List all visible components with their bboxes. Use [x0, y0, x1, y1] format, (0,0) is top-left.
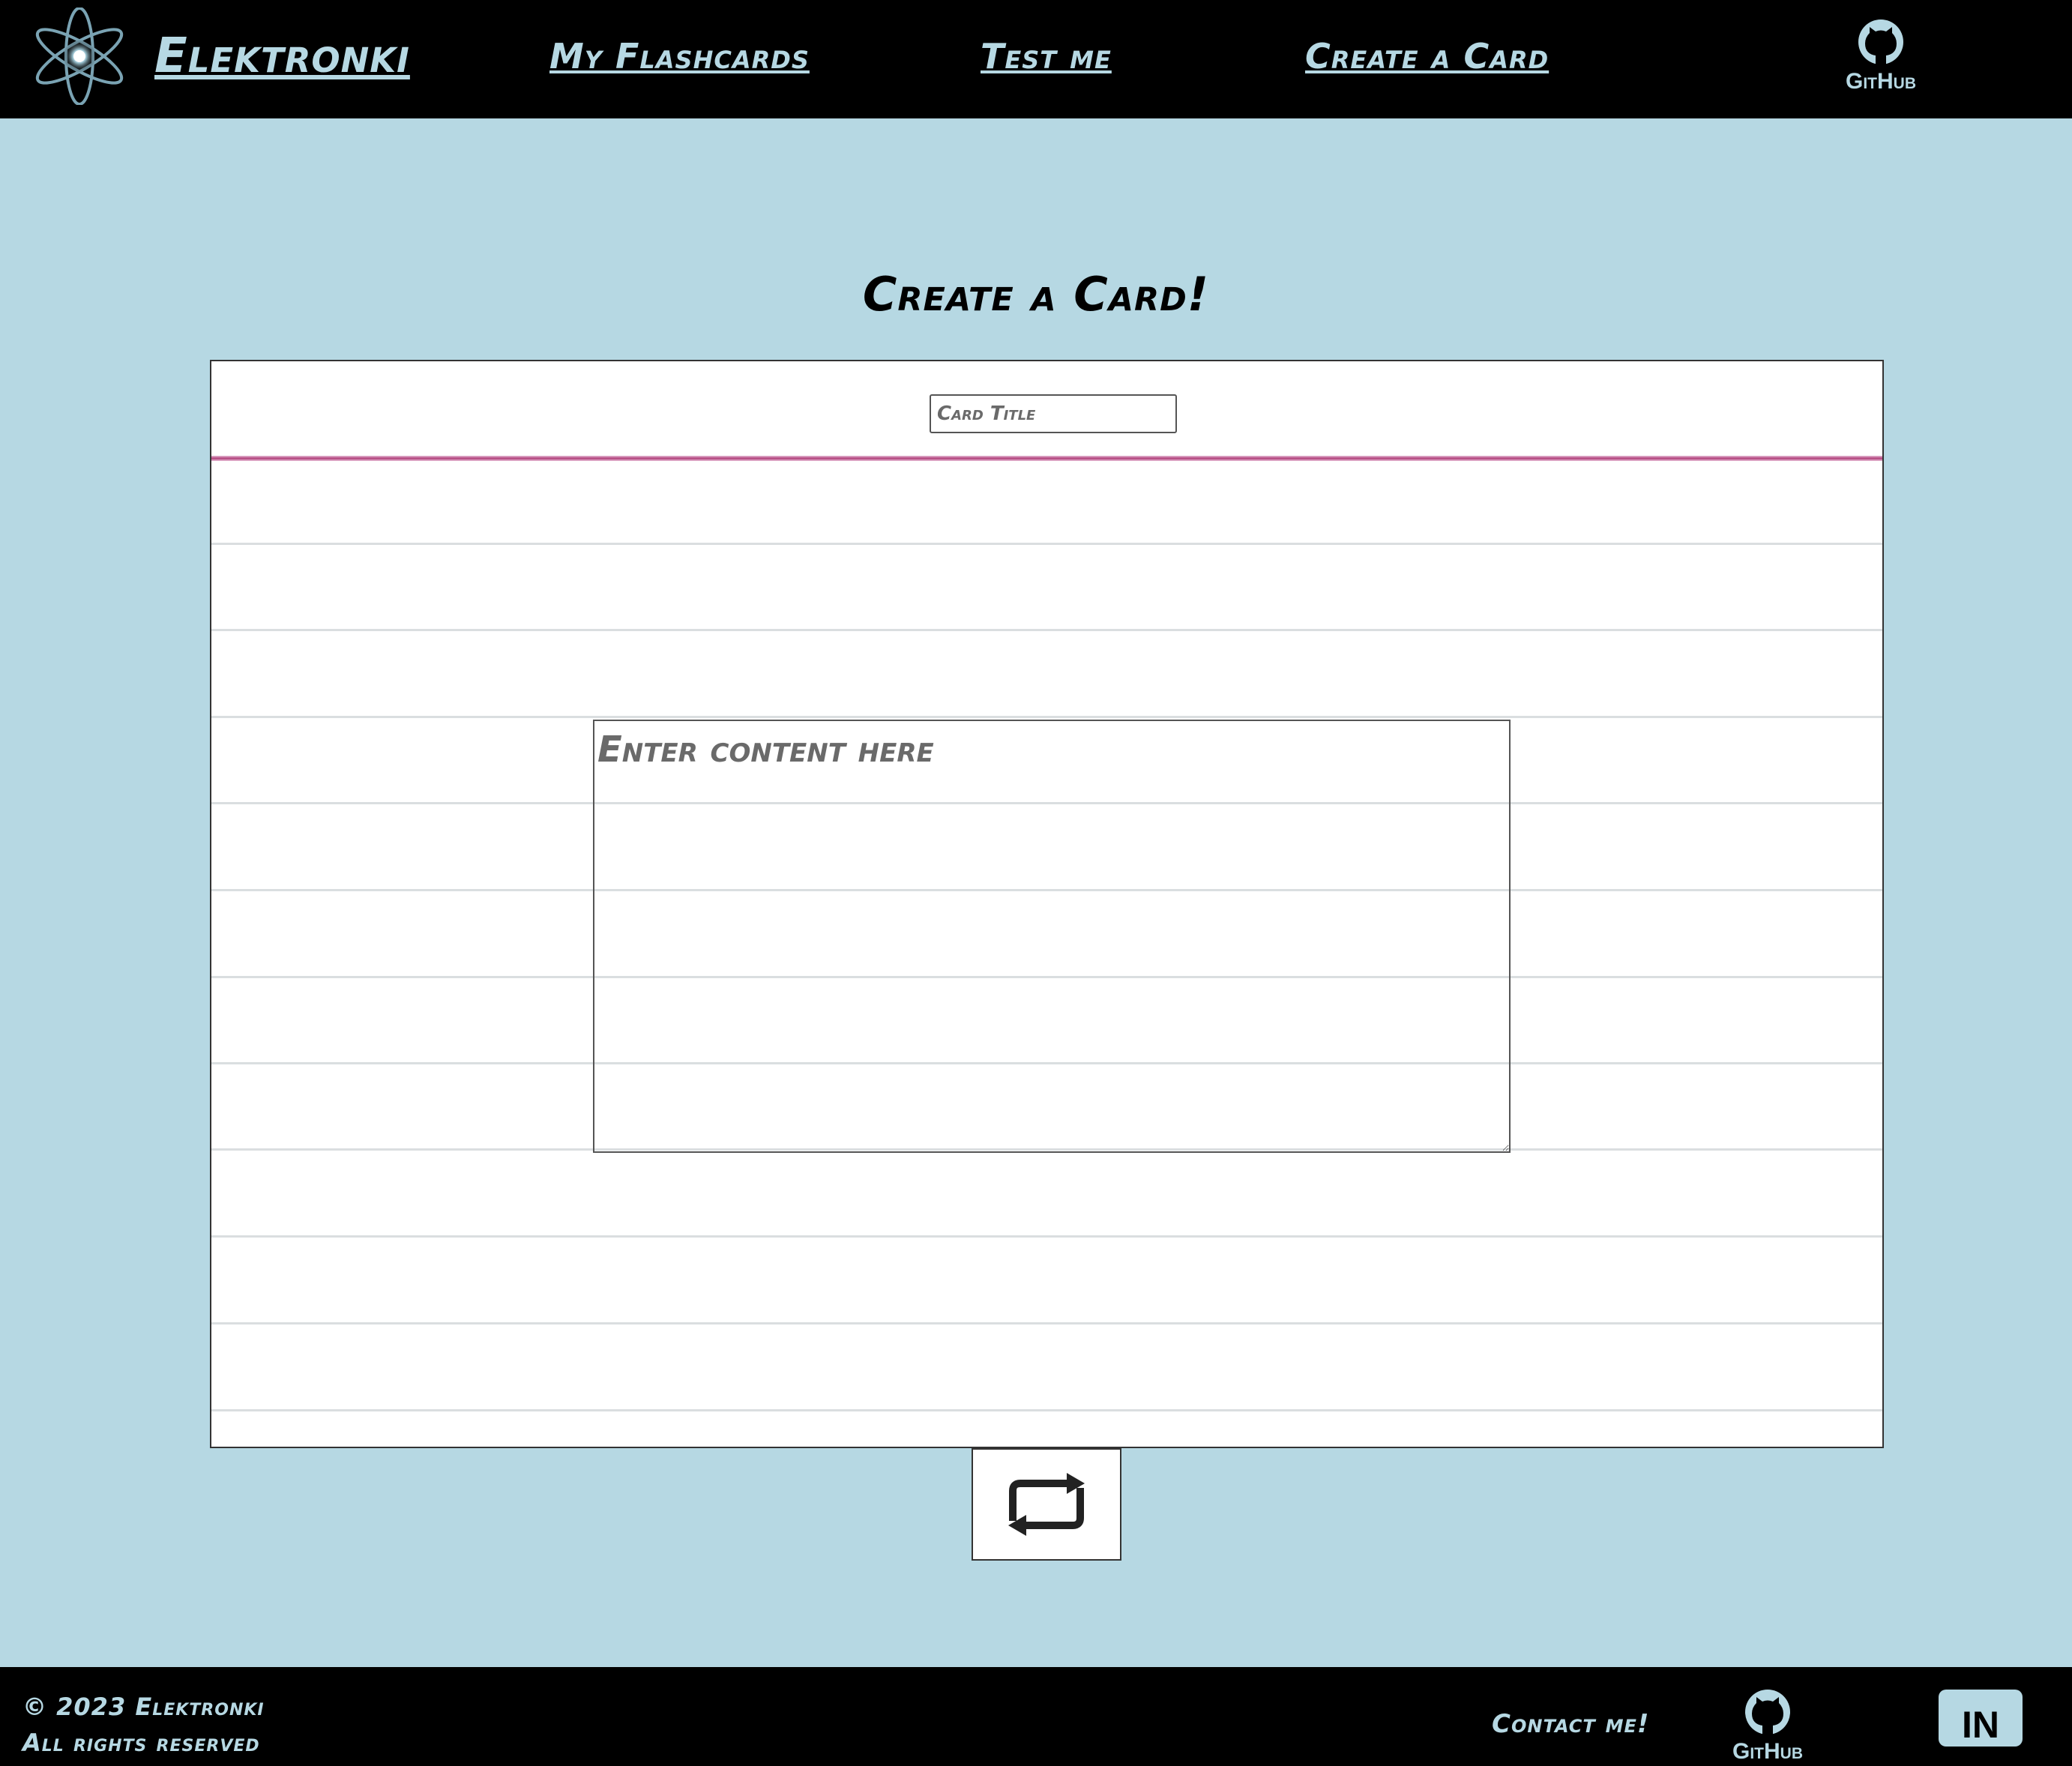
- ruled-line: [211, 1322, 1882, 1324]
- flashcard: [210, 360, 1884, 1448]
- footer: © 2023 Elektronki All rights reserved Co…: [0, 1667, 2072, 1766]
- github-icon: GitHub: [1846, 19, 1916, 94]
- ruled-line: [211, 543, 1882, 545]
- nav-test-me[interactable]: Test me: [981, 36, 1112, 76]
- repeat-icon: [1008, 1473, 1085, 1536]
- copyright-text: © 2023 Elektronki: [22, 1693, 265, 1721]
- card-margin-line: [211, 456, 1882, 461]
- card-title-input[interactable]: [930, 394, 1177, 433]
- flip-card-button[interactable]: [972, 1448, 1121, 1561]
- github-label: GitHub: [1732, 1739, 1803, 1763]
- footer-github-link[interactable]: GitHub: [1717, 1688, 1819, 1764]
- linkedin-label: in: [1962, 1690, 1999, 1748]
- card-content-textarea[interactable]: [593, 720, 1511, 1153]
- ruled-line: [211, 629, 1882, 631]
- ruled-line: [211, 1409, 1882, 1411]
- page-title: Create a Card!: [862, 267, 1210, 322]
- ruled-line: [211, 1235, 1882, 1238]
- linkedin-icon: in: [1939, 1690, 2023, 1750]
- github-label: GitHub: [1846, 69, 1916, 93]
- rights-text: All rights reserved: [22, 1729, 260, 1757]
- contact-link[interactable]: Contact me!: [1492, 1709, 1649, 1739]
- header-github-link[interactable]: GitHub: [1832, 18, 1930, 94]
- top-nav-bar: Elektronki My Flashcards Test me Create …: [0, 0, 2072, 118]
- nav-create-a-card[interactable]: Create a Card: [1305, 36, 1549, 76]
- github-icon: GitHub: [1732, 1690, 1803, 1764]
- nav-my-flashcards[interactable]: My Flashcards: [549, 36, 810, 76]
- brand-link[interactable]: Elektronki: [154, 28, 410, 84]
- linkedin-link[interactable]: in: [1937, 1688, 2024, 1750]
- atom-logo-icon[interactable]: [27, 7, 132, 105]
- ruled-line: [211, 716, 1882, 718]
